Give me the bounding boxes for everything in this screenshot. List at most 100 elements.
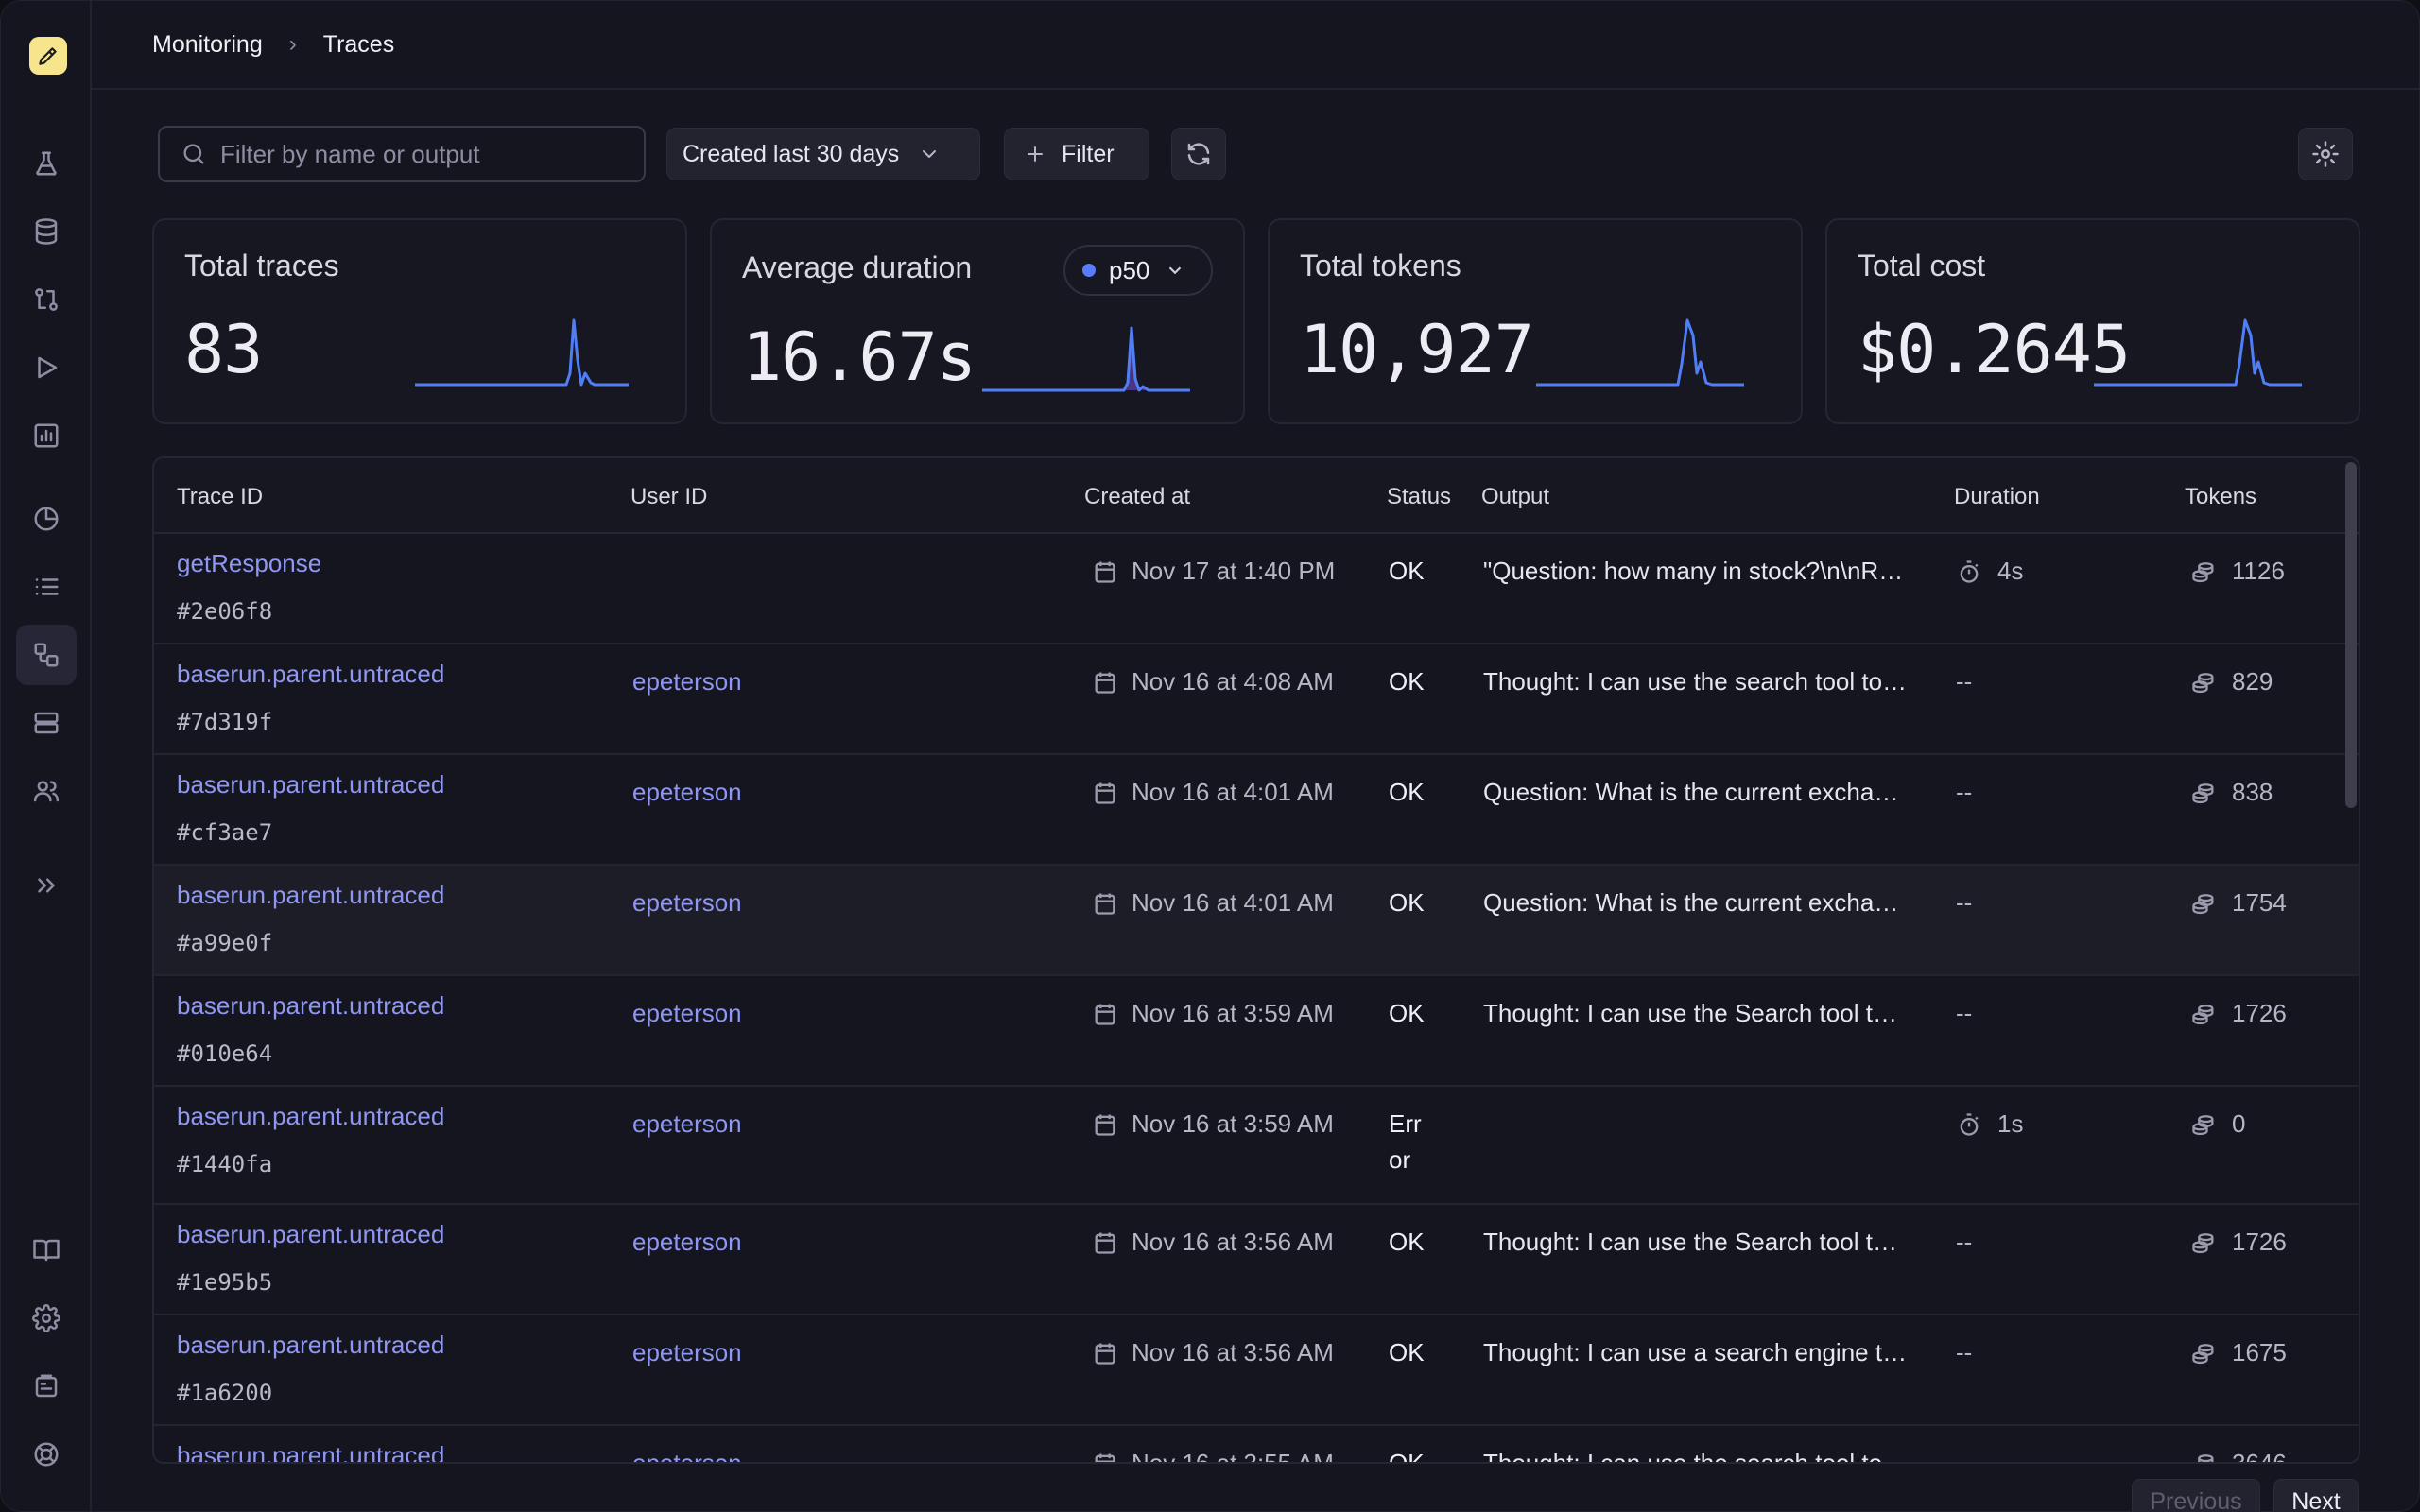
output-text: Thought: I can use a search engine to fi… bbox=[1483, 1338, 1909, 1366]
breadcrumb-monitoring[interactable]: Monitoring bbox=[152, 31, 263, 59]
table-scrollbar[interactable] bbox=[2345, 462, 2357, 808]
col-created-at[interactable]: Created at bbox=[1084, 484, 1190, 510]
col-duration[interactable]: Duration bbox=[1954, 484, 2040, 510]
coins-icon bbox=[2192, 893, 2214, 914]
trace-name-link[interactable]: getResponse bbox=[177, 549, 321, 578]
status-text: OK bbox=[1389, 778, 1425, 806]
date-range-dropdown[interactable]: Created last 30 days bbox=[666, 128, 980, 180]
duration-text: -- bbox=[1956, 667, 1973, 696]
search-input[interactable] bbox=[220, 139, 617, 169]
trace-name-link[interactable]: baserun.parent.untraced bbox=[177, 881, 444, 910]
user-id-link[interactable]: epeterson bbox=[632, 1449, 742, 1462]
calendar-icon bbox=[1095, 1114, 1115, 1136]
duration-text: -- bbox=[1956, 1228, 1973, 1256]
created-at-text: Nov 16 at 3:59 AM bbox=[1132, 999, 1334, 1027]
tokens-text: 1754 bbox=[2232, 888, 2287, 917]
nav-billing[interactable] bbox=[16, 1356, 77, 1417]
gear-icon bbox=[2312, 141, 2339, 167]
nav-playground[interactable] bbox=[16, 337, 77, 398]
nav-logs[interactable] bbox=[16, 557, 77, 617]
user-id-link[interactable]: epeterson bbox=[632, 888, 742, 918]
table-row[interactable]: getResponse #2e06f8 Nov 17 at 1:40 PM OK "Qu… bbox=[154, 534, 2359, 644]
nav-datasets[interactable] bbox=[16, 201, 77, 262]
nav-help[interactable] bbox=[16, 1424, 77, 1485]
toolbar: Created last 30 days Filter bbox=[158, 126, 2355, 182]
status-text: OK bbox=[1389, 557, 1425, 585]
calendar-icon bbox=[1095, 1232, 1115, 1254]
nav-users[interactable] bbox=[16, 761, 77, 821]
trace-name-link[interactable]: baserun.parent.untraced bbox=[177, 770, 444, 799]
nav-expand[interactable] bbox=[16, 855, 77, 916]
created-at-text: Nov 16 at 3:59 AM bbox=[1132, 1109, 1334, 1138]
col-output[interactable]: Output bbox=[1481, 484, 1549, 510]
book-open-icon bbox=[33, 1239, 60, 1262]
user-id-link[interactable]: epeterson bbox=[632, 778, 742, 807]
nav-docs[interactable] bbox=[16, 1220, 77, 1280]
trace-name-link[interactable]: baserun.parent.untraced bbox=[177, 1220, 444, 1249]
table-row[interactable]: baserun.parent.untraced #a99e0f epeterson N… bbox=[154, 866, 2359, 976]
filter-label: Filter bbox=[1062, 140, 1115, 167]
pie-chart-icon bbox=[34, 507, 59, 531]
col-status[interactable]: Status bbox=[1387, 484, 1451, 510]
nav-experiments[interactable] bbox=[16, 133, 77, 194]
nav-traces[interactable] bbox=[16, 625, 77, 685]
tokens-text: 0 bbox=[2232, 1109, 2246, 1138]
app-window: Monitoring › Traces Created last 30 days… bbox=[0, 0, 2420, 1512]
add-filter-button[interactable]: Filter bbox=[1004, 128, 1150, 180]
trace-name-link[interactable]: baserun.parent.untraced bbox=[177, 660, 444, 689]
user-id-link[interactable]: epeterson bbox=[632, 1228, 742, 1257]
trace-name-link[interactable]: baserun.parent.untraced bbox=[177, 991, 444, 1021]
chevron-right-icon: › bbox=[288, 31, 297, 57]
nav-analytics[interactable] bbox=[16, 489, 77, 549]
logo[interactable] bbox=[29, 37, 67, 75]
table-row[interactable]: baserun.parent.untraced #cf3ae7 epeterson N… bbox=[154, 755, 2359, 866]
nav-templates[interactable] bbox=[16, 693, 77, 753]
user-id-link[interactable]: epeterson bbox=[632, 999, 742, 1028]
table-row[interactable]: baserun.parent.untraced #1440fa epeterson N… bbox=[154, 1087, 2359, 1205]
percentile-dropdown[interactable]: p50 bbox=[1063, 245, 1213, 296]
created-at: Nov 16 at 4:01 AM bbox=[1092, 778, 1334, 807]
created-at-text: Nov 16 at 3:56 AM bbox=[1132, 1338, 1334, 1366]
receipt-icon bbox=[35, 1374, 58, 1398]
output-text: Thought: I can use the search tool to fi… bbox=[1483, 667, 1909, 696]
refresh-button[interactable] bbox=[1171, 128, 1226, 180]
created-at: Nov 17 at 1:40 PM bbox=[1092, 557, 1335, 586]
calendar-icon bbox=[1095, 1004, 1115, 1025]
trace-id-hash: #cf3ae7 bbox=[177, 819, 273, 846]
list-icon bbox=[35, 578, 59, 595]
traces-sparkline bbox=[415, 318, 629, 387]
created-at-text: Nov 16 at 3:55 AM bbox=[1132, 1449, 1334, 1464]
table-row[interactable]: baserun.parent.untraced #7d319f epeterson N… bbox=[154, 644, 2359, 755]
rows-icon bbox=[34, 712, 59, 734]
nav-settings[interactable] bbox=[16, 1288, 77, 1349]
user-id-link[interactable]: epeterson bbox=[632, 667, 742, 696]
previous-page-button[interactable]: Previous bbox=[2132, 1479, 2260, 1511]
table-row[interactable]: baserun.parent.untraced #010e64 epeterson N… bbox=[154, 976, 2359, 1087]
col-tokens[interactable]: Tokens bbox=[2185, 484, 2256, 510]
table-row[interactable]: baserun.parent.untraced epeterson Nov 16 a… bbox=[154, 1426, 2359, 1464]
card-title: Average duration bbox=[742, 250, 973, 284]
trace-name-link[interactable]: baserun.parent.untraced bbox=[177, 1441, 444, 1462]
trace-name-link[interactable]: baserun.parent.untraced bbox=[177, 1331, 444, 1360]
gear-icon bbox=[32, 1304, 60, 1332]
user-id-link[interactable]: epeterson bbox=[632, 1338, 742, 1367]
col-user-id[interactable]: User ID bbox=[631, 484, 707, 510]
nav-compare[interactable] bbox=[16, 269, 77, 330]
total-cost-card: Total cost $0.2645 bbox=[1825, 218, 2360, 424]
tokens-text: 829 bbox=[2232, 667, 2273, 696]
nav-reports[interactable] bbox=[16, 405, 77, 466]
total-tokens-card: Total tokens 10,927 bbox=[1268, 218, 1803, 424]
breadcrumb-traces: Traces bbox=[322, 30, 395, 58]
created-at: Nov 16 at 3:56 AM bbox=[1092, 1228, 1334, 1257]
coins-icon bbox=[2192, 1232, 2214, 1253]
output-text: Thought: I can use the search tool to fi… bbox=[1483, 1449, 1909, 1464]
col-trace-id[interactable]: Trace ID bbox=[177, 484, 263, 510]
search-box[interactable] bbox=[158, 126, 646, 182]
user-id-link[interactable]: epeterson bbox=[632, 1109, 742, 1139]
settings-button[interactable] bbox=[2298, 128, 2353, 180]
tokens-text: 1726 bbox=[2232, 1228, 2287, 1256]
next-page-button[interactable]: Next bbox=[2273, 1479, 2359, 1511]
table-row[interactable]: baserun.parent.untraced #1a6200 epeterson N… bbox=[154, 1315, 2359, 1426]
table-row[interactable]: baserun.parent.untraced #1e95b5 epeterson N… bbox=[154, 1205, 2359, 1315]
trace-name-link[interactable]: baserun.parent.untraced bbox=[177, 1102, 444, 1131]
